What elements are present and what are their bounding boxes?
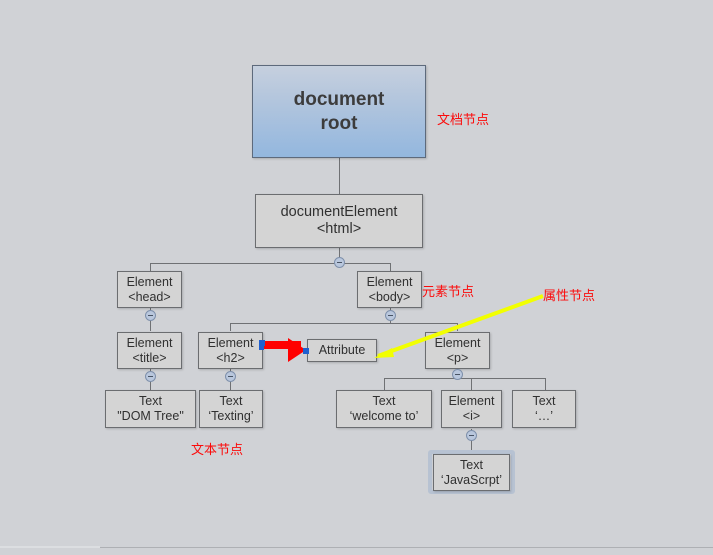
node-element-p-line1: Element bbox=[434, 335, 481, 350]
connector-to-head bbox=[150, 263, 151, 271]
node-text-ellipsis-line2: ‘…’ bbox=[534, 409, 554, 423]
node-text-javascrpt-line2: ‘JavaScrpt’ bbox=[440, 472, 503, 487]
annotation-element-node: 元素节点 bbox=[422, 285, 475, 300]
node-text-welcome-line2: ‘welcome to’ bbox=[349, 409, 419, 423]
diagram-canvas: document root documentElement <html> Ele… bbox=[0, 0, 713, 555]
node-attribute[interactable]: Attribute bbox=[307, 339, 377, 362]
node-element-head-line1: Element bbox=[126, 274, 173, 289]
node-element-p-line2: <p> bbox=[446, 350, 469, 365]
annotation-attribute-node: 属性节点 bbox=[543, 289, 596, 304]
collapse-handle-documentelement[interactable] bbox=[334, 257, 345, 268]
connector-to-p bbox=[457, 323, 458, 331]
node-element-body[interactable]: Element <body> bbox=[357, 271, 422, 308]
connector-p-children-bar bbox=[384, 378, 545, 379]
node-attribute-label: Attribute bbox=[318, 343, 366, 358]
node-element-head-line2: <head> bbox=[128, 289, 171, 304]
node-text-welcome-to[interactable]: Text ‘welcome to’ bbox=[336, 390, 432, 428]
node-text-welcome-line1: Text bbox=[372, 394, 396, 409]
node-text-ellipsis-line1: Text bbox=[532, 394, 556, 409]
annotation-document-node: 文档节点 bbox=[437, 113, 490, 128]
connector-to-elem-i bbox=[471, 378, 472, 390]
connector-html-children-bar bbox=[150, 263, 390, 264]
node-element-i-line1: Element bbox=[448, 394, 495, 409]
collapse-handle-p[interactable] bbox=[452, 369, 463, 380]
node-text-dom-tree-line2: "DOM Tree" bbox=[117, 409, 184, 423]
node-element-h2[interactable]: Element <h2> bbox=[198, 332, 263, 369]
node-document-root-line2: root bbox=[320, 112, 358, 134]
collapse-handle-body[interactable] bbox=[385, 310, 396, 321]
collapse-handle-h2[interactable] bbox=[225, 371, 236, 382]
node-text-javascrpt-line1: Text bbox=[460, 457, 483, 472]
node-text-javascrpt[interactable]: Text ‘JavaScrpt’ bbox=[433, 454, 510, 491]
node-element-h2-line2: <h2> bbox=[216, 350, 245, 365]
node-document-root-line1: document bbox=[293, 89, 385, 111]
node-element-i[interactable]: Element <i> bbox=[441, 390, 502, 428]
node-element-p[interactable]: Element <p> bbox=[425, 332, 490, 369]
node-document-root[interactable]: document root bbox=[252, 65, 426, 158]
node-text-ellipsis[interactable]: Text ‘…’ bbox=[512, 390, 576, 428]
bottom-divider-left bbox=[0, 546, 100, 548]
collapse-handle-head[interactable] bbox=[145, 310, 156, 321]
node-element-head[interactable]: Element <head> bbox=[117, 271, 182, 308]
connector-to-text-welcome bbox=[384, 378, 385, 390]
node-documentelement-html[interactable]: documentElement <html> bbox=[255, 194, 423, 248]
collapse-handle-title[interactable] bbox=[145, 371, 156, 382]
node-element-i-line2: <i> bbox=[462, 409, 481, 423]
connector-to-body bbox=[390, 263, 391, 271]
bottom-divider bbox=[100, 547, 713, 548]
node-element-body-line2: <body> bbox=[368, 289, 411, 304]
node-text-dom-tree-line1: Text bbox=[139, 394, 162, 409]
node-text-texting-line2: ‘Texting’ bbox=[208, 409, 254, 423]
red-arrow-h2-to-attribute bbox=[259, 338, 309, 362]
node-text-texting-line1: Text bbox=[219, 394, 243, 409]
node-element-title[interactable]: Element <title> bbox=[117, 332, 182, 369]
connector-to-text-ellipsis bbox=[545, 378, 546, 390]
connector-root-to-documentelement bbox=[339, 158, 340, 194]
node-element-body-line1: Element bbox=[366, 274, 413, 289]
annotation-text-node: 文本节点 bbox=[191, 443, 244, 458]
collapse-handle-elem-i[interactable] bbox=[466, 430, 477, 441]
node-text-dom-tree[interactable]: Text "DOM Tree" bbox=[105, 390, 196, 428]
node-element-title-line1: Element bbox=[126, 335, 173, 350]
node-documentelement-line2: <html> bbox=[316, 221, 362, 237]
node-text-texting[interactable]: Text ‘Texting’ bbox=[199, 390, 263, 428]
node-documentelement-line1: documentElement bbox=[280, 203, 398, 220]
node-element-title-line2: <title> bbox=[132, 350, 167, 365]
connector-to-h2 bbox=[230, 323, 231, 331]
node-element-h2-line1: Element bbox=[207, 335, 254, 350]
connector-body-children-bar bbox=[230, 323, 457, 324]
